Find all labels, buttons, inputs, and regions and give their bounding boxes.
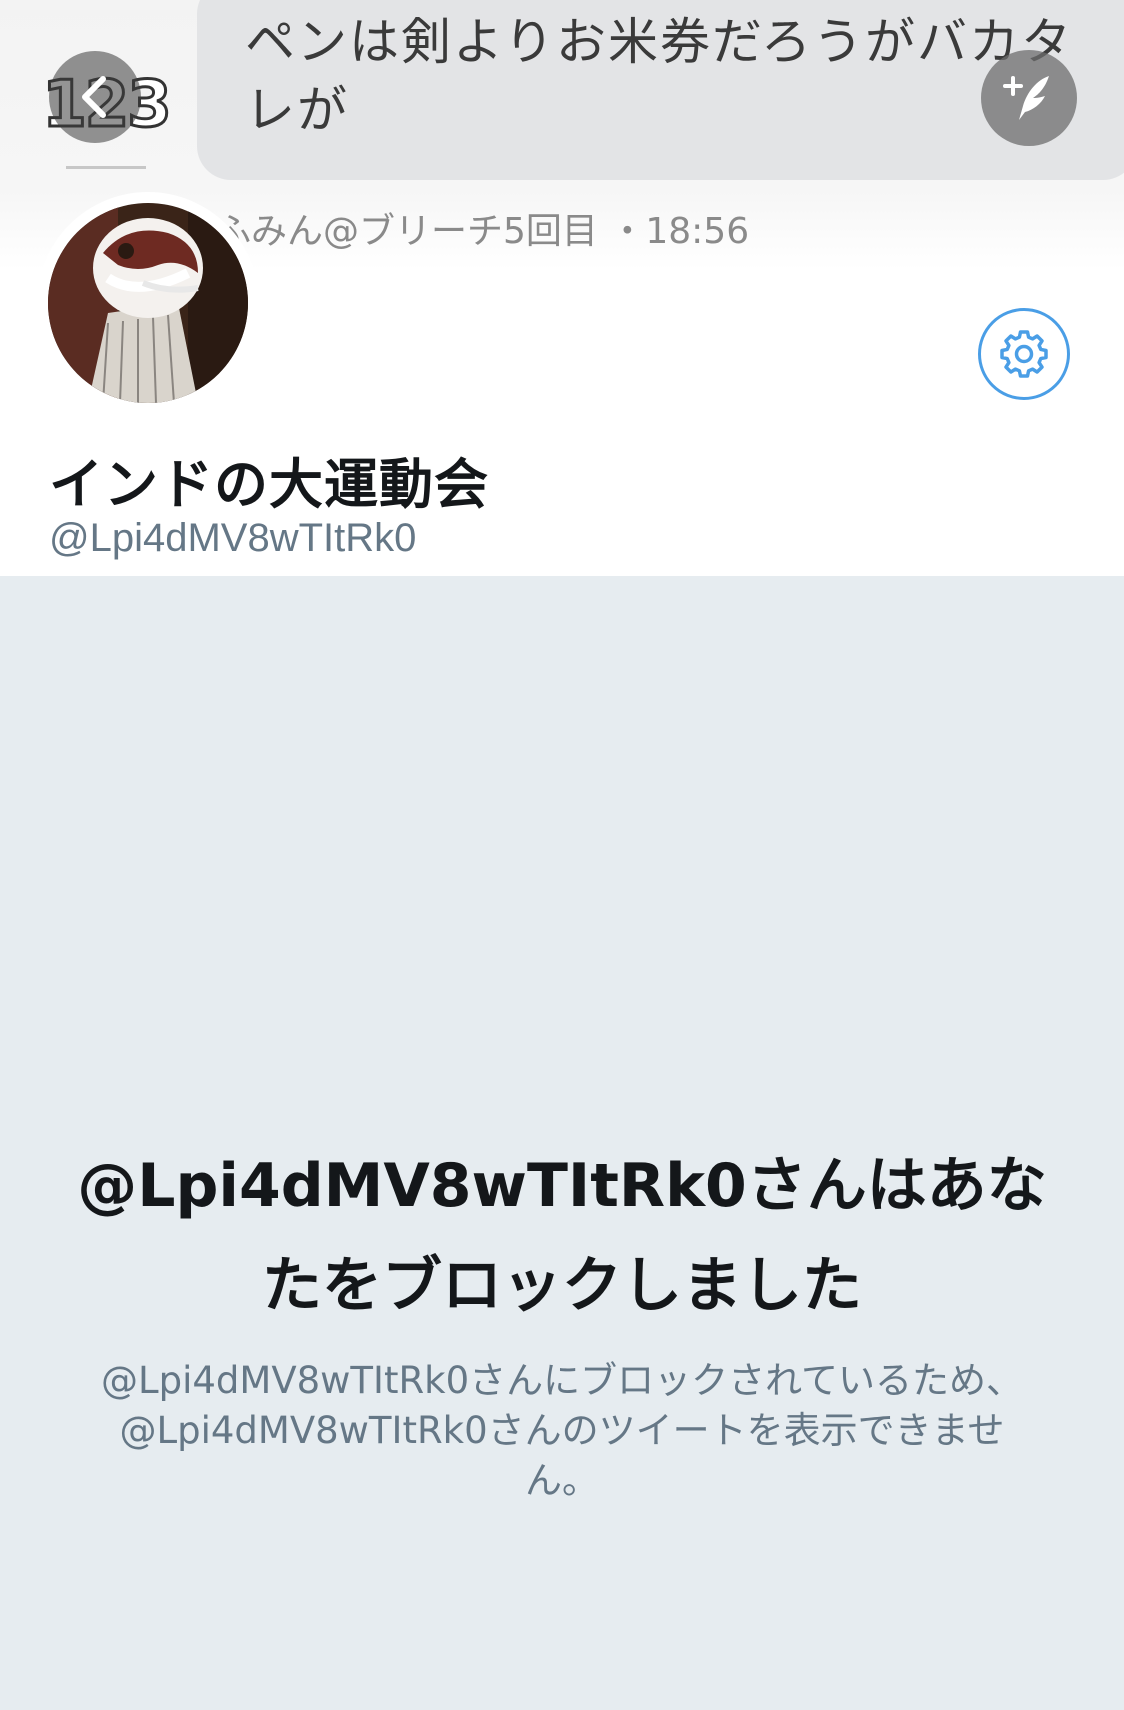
- gear-icon: [1000, 330, 1048, 378]
- back-button[interactable]: [49, 51, 141, 143]
- profile-display-name: インドの大運動会: [49, 453, 489, 516]
- avatar-image: [48, 203, 248, 403]
- profile-settings-button[interactable]: [978, 308, 1070, 400]
- chevron-left-icon: [82, 76, 106, 118]
- banner-logo-underline: [66, 166, 146, 169]
- blocked-title: @Lpi4dMV8wTItRk0さんはあなたをブロックしました: [77, 1151, 1047, 1321]
- banner-tweet-meta: ふみん@ブリーチ5回目 ・18:56: [215, 211, 750, 252]
- compose-tweet-button[interactable]: [981, 50, 1077, 146]
- blocked-notice-panel: @Lpi4dMV8wTItRk0さんはあなたをブロックしました @Lpi4dMV…: [0, 576, 1124, 1710]
- avatar[interactable]: [37, 192, 259, 414]
- compose-tweet-icon: [1003, 76, 1049, 120]
- profile-handle: @Lpi4dMV8wTItRk0: [49, 516, 417, 560]
- blocked-description: @Lpi4dMV8wTItRk0さんにブロックされているため、@Lpi4dMV8…: [100, 1359, 1024, 1502]
- banner-tweet-text: ペンは剣よりお米券だろうがバカタレが: [245, 13, 1073, 139]
